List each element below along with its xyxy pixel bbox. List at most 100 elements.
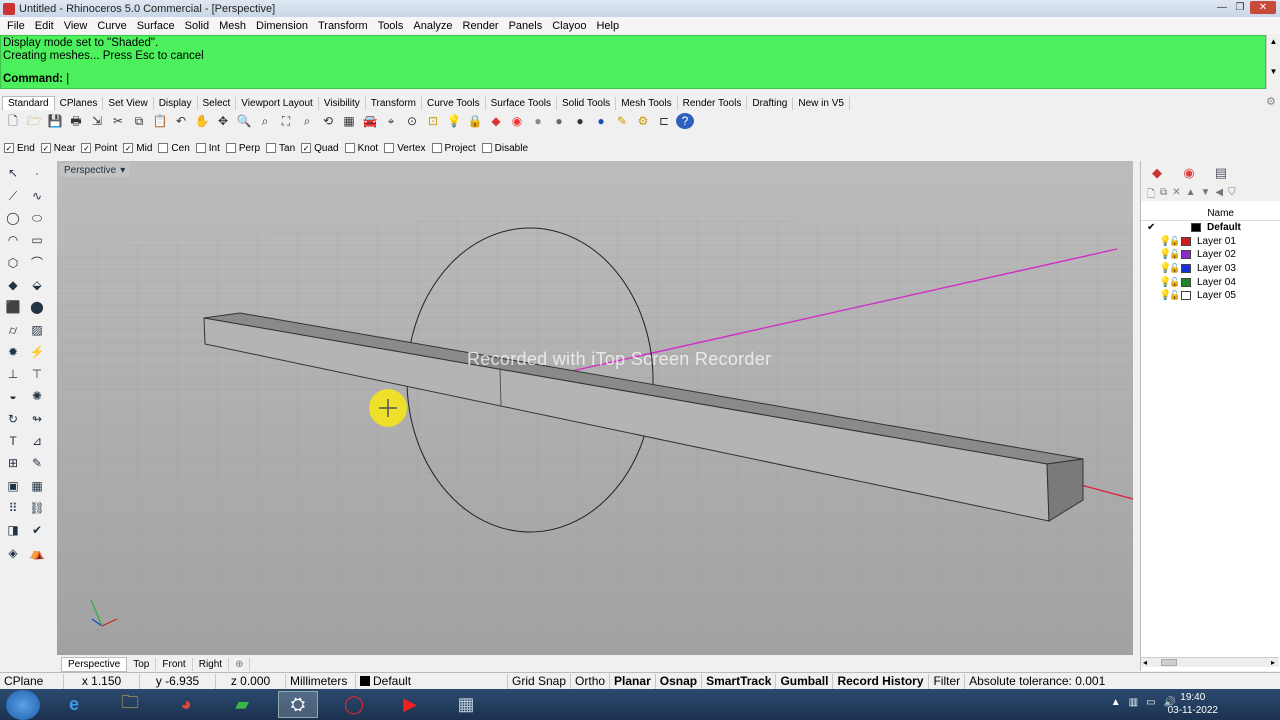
polyline-icon[interactable]: ⟋ — [4, 188, 22, 204]
checkbox-unchecked-icon[interactable] — [384, 143, 395, 153]
tab-viewport-layout[interactable]: Viewport Layout — [236, 97, 319, 110]
menu-transform[interactable]: Transform — [313, 20, 373, 32]
smarttrack-toggle[interactable]: SmartTrack — [702, 673, 777, 689]
properties-tab-icon[interactable]: ▤ — [1211, 165, 1231, 181]
osnap-cen[interactable]: Cen — [158, 143, 190, 154]
boolean-icon[interactable]: ◒ — [4, 388, 22, 404]
tab-display[interactable]: Display — [154, 97, 198, 110]
render-sphere-icon[interactable]: ● — [571, 113, 589, 129]
move-up-icon[interactable]: ▲ — [1186, 187, 1196, 199]
menu-curve[interactable]: Curve — [92, 20, 131, 32]
tab-standard[interactable]: Standard — [2, 96, 55, 110]
sphere-icon[interactable]: ⬤ — [28, 299, 46, 315]
unlock-icon[interactable]: 🔓 — [1169, 236, 1180, 247]
ellipse-icon[interactable]: ⬭ — [28, 210, 46, 226]
lightbulb-icon[interactable]: 💡 — [1159, 236, 1171, 247]
cut-icon[interactable]: ✂ — [109, 113, 127, 129]
menu-surface[interactable]: Surface — [132, 20, 180, 32]
perspective-viewport[interactable] — [57, 161, 1133, 655]
menu-analyze[interactable]: Analyze — [408, 20, 457, 32]
polygon-icon[interactable]: ⬡ — [4, 255, 22, 271]
group-icon[interactable]: ⛓ — [28, 500, 46, 516]
ortho-toggle[interactable]: Ortho — [571, 673, 611, 689]
layer-row[interactable]: 💡 🔓 Layer 01 — [1141, 235, 1280, 249]
rhino-task-icon[interactable]: ⛭ — [278, 691, 318, 718]
shaded-sphere-icon[interactable]: ● — [529, 113, 547, 129]
tab-mesh-tools[interactable]: Mesh Tools — [616, 97, 678, 110]
tab-set-view[interactable]: Set View — [103, 97, 154, 110]
move-icon[interactable]: ↬ — [28, 411, 46, 427]
options-icon[interactable]: ⚙ — [634, 113, 652, 129]
battery-icon[interactable]: ▭ — [1146, 697, 1155, 708]
layer-color-swatch[interactable] — [1181, 250, 1191, 260]
osnap-point[interactable]: ✓ Point — [81, 143, 117, 154]
copy-icon[interactable]: ⧉ — [130, 113, 148, 129]
scroll-left-icon[interactable]: ◂ — [1143, 658, 1147, 667]
zoom-extents-icon[interactable]: ⛶ — [277, 113, 295, 129]
help-icon[interactable]: ? — [676, 113, 694, 129]
lightbulb-icon[interactable]: 💡 — [1159, 249, 1171, 260]
explorer-icon[interactable]: 🗀 — [110, 691, 150, 718]
command-prompt[interactable]: Command: | — [3, 73, 69, 85]
cylinder-icon[interactable]: ⌭ — [4, 322, 22, 338]
gear-icon[interactable]: ⚙ — [1266, 95, 1276, 108]
car-icon[interactable]: 🚘 — [361, 113, 379, 129]
viewport-tab-top[interactable]: Top — [127, 657, 157, 671]
checkbox-unchecked-icon[interactable] — [266, 143, 277, 153]
minimize-icon[interactable]: — — [1214, 1, 1230, 14]
move-down-icon[interactable]: ▼ — [1200, 187, 1210, 199]
gumball-toggle[interactable]: Gumball — [776, 673, 834, 689]
checkbox-checked-icon[interactable]: ✓ — [301, 143, 312, 153]
grid-snap-toggle[interactable]: Grid Snap — [508, 673, 572, 689]
layer-row[interactable]: 💡 🔓 Layer 05 — [1141, 289, 1280, 303]
paste-icon[interactable]: 📋 — [151, 113, 169, 129]
lightning-icon[interactable]: ⚡ — [28, 344, 46, 360]
display-tab-icon[interactable]: ◉ — [1179, 165, 1199, 181]
command-area[interactable]: Display mode set to "Shaded". Creating m… — [0, 35, 1266, 89]
menu-edit[interactable]: Edit — [30, 20, 59, 32]
checkbox-unchecked-icon[interactable] — [158, 143, 169, 153]
layer-row[interactable]: 💡 🔓 Layer 02 — [1141, 248, 1280, 262]
fillet-curve-icon[interactable]: ⌒ — [28, 255, 46, 271]
menu-tools[interactable]: Tools — [373, 20, 409, 32]
dots-grid-icon[interactable]: ⠿ — [4, 500, 22, 516]
checkbox-checked-icon[interactable]: ✓ — [4, 143, 14, 153]
checkbox-checked-icon[interactable]: ✓ — [40, 143, 51, 153]
chrome-icon[interactable]: ◕ — [166, 691, 206, 718]
osnap-knot[interactable]: Knot — [344, 143, 378, 154]
material-sphere-icon[interactable]: ● — [592, 113, 610, 129]
unlock-icon[interactable]: 🔓 — [1169, 249, 1180, 260]
add-viewport-icon[interactable]: ⊕ — [229, 657, 251, 671]
viewport-title[interactable]: Perspective ▾ — [60, 163, 130, 177]
zoom-selected-icon[interactable]: ⌕ — [298, 113, 316, 129]
join-icon[interactable]: ⊤ — [28, 366, 46, 382]
import-icon[interactable]: ⇲ — [88, 113, 106, 129]
viewport-tab-front[interactable]: Front — [156, 657, 193, 671]
osnap-end[interactable]: ✓ End — [4, 143, 35, 154]
menu-help[interactable]: Help — [591, 20, 624, 32]
tab-select[interactable]: Select — [198, 97, 237, 110]
point-icon[interactable]: · — [28, 165, 46, 181]
circle-icon[interactable]: ◯ — [4, 210, 22, 226]
checkbox-unchecked-icon[interactable] — [195, 143, 206, 153]
filter-icon[interactable]: ⛉ — [1228, 187, 1236, 199]
extrude-surface-icon[interactable]: ⬙ — [28, 277, 46, 293]
restore-icon[interactable]: ❐ — [1232, 1, 1248, 14]
checkbox-unchecked-icon[interactable] — [431, 143, 442, 153]
render-icon[interactable]: ◈ — [4, 545, 22, 561]
tab-surface-tools[interactable]: Surface Tools — [486, 97, 557, 110]
clock[interactable]: 19:40 03-11-2022 — [1168, 691, 1218, 717]
solid-box-icon[interactable]: ▣ — [4, 478, 22, 494]
cplane-icon[interactable]: ⌖ — [382, 113, 400, 129]
osnap-toggle[interactable]: Osnap — [656, 673, 703, 689]
four-viewports-icon[interactable]: ▦ — [340, 113, 358, 129]
text-icon[interactable]: T — [4, 433, 22, 449]
menu-render[interactable]: Render — [458, 20, 504, 32]
pan-icon[interactable]: ✋ — [193, 113, 211, 129]
tray-expand-icon[interactable]: ▲ — [1111, 697, 1121, 708]
layer-color-swatch[interactable] — [1181, 277, 1191, 287]
tab-render-tools[interactable]: Render Tools — [678, 97, 748, 110]
calculator-icon[interactable]: ▦ — [446, 691, 486, 718]
record-history-toggle[interactable]: Record History — [833, 673, 930, 689]
osnap-vertex[interactable]: Vertex — [384, 143, 426, 154]
